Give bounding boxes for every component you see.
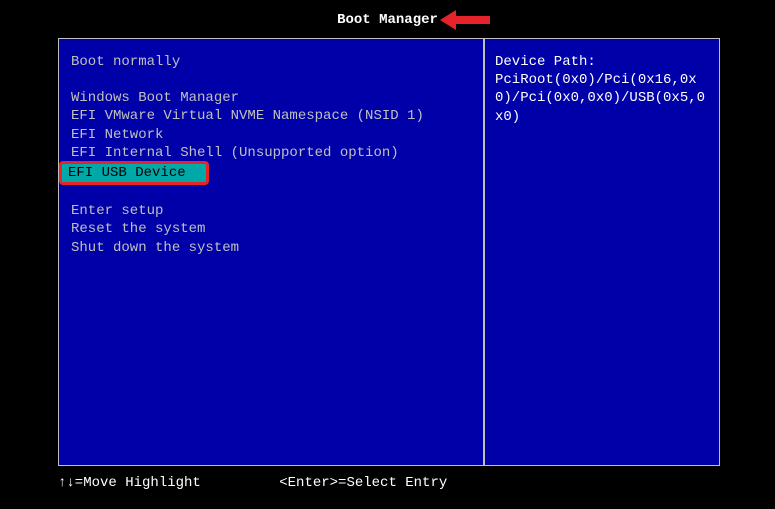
help-select-entry: <Enter>=Select Entry xyxy=(279,475,447,491)
menu-efi-usb-selected[interactable]: EFI USB Device xyxy=(62,164,206,182)
menu-efi-nvme[interactable]: EFI VMware Virtual NVME Namespace (NSID … xyxy=(69,107,473,125)
spacer xyxy=(69,184,473,202)
boot-menu-panel: Boot normally Windows Boot Manager EFI V… xyxy=(58,38,484,466)
annotation-arrow-icon xyxy=(440,10,490,30)
device-path-label: Device Path: xyxy=(495,53,709,71)
boot-manager-screen: Boot Manager Boot normally Windows Boot … xyxy=(0,0,775,509)
spacer xyxy=(69,71,473,89)
menu-enter-setup[interactable]: Enter setup xyxy=(69,202,473,220)
menu-windows-boot-manager[interactable]: Windows Boot Manager xyxy=(69,89,473,107)
help-move-highlight: ↑↓=Move Highlight xyxy=(58,475,201,491)
menu-reset-system[interactable]: Reset the system xyxy=(69,220,473,238)
menu-shutdown-system[interactable]: Shut down the system xyxy=(69,239,473,257)
menu-boot-normally[interactable]: Boot normally xyxy=(69,53,473,71)
boot-menu-list: Boot normally Windows Boot Manager EFI V… xyxy=(59,39,483,271)
help-bar: ↑↓=Move Highlight <Enter>=Select Entry xyxy=(58,475,721,491)
menu-efi-network[interactable]: EFI Network xyxy=(69,126,473,144)
device-path-value: PciRoot(0x0)/Pci(0x16,0x0)/Pci(0x0,0x0)/… xyxy=(495,71,709,126)
annotation-highlight-box: EFI USB Device xyxy=(59,161,209,185)
menu-efi-shell[interactable]: EFI Internal Shell (Unsupported option) xyxy=(69,144,473,162)
device-path-panel: Device Path: PciRoot(0x0)/Pci(0x16,0x0)/… xyxy=(484,38,720,466)
page-title: Boot Manager xyxy=(0,12,775,28)
